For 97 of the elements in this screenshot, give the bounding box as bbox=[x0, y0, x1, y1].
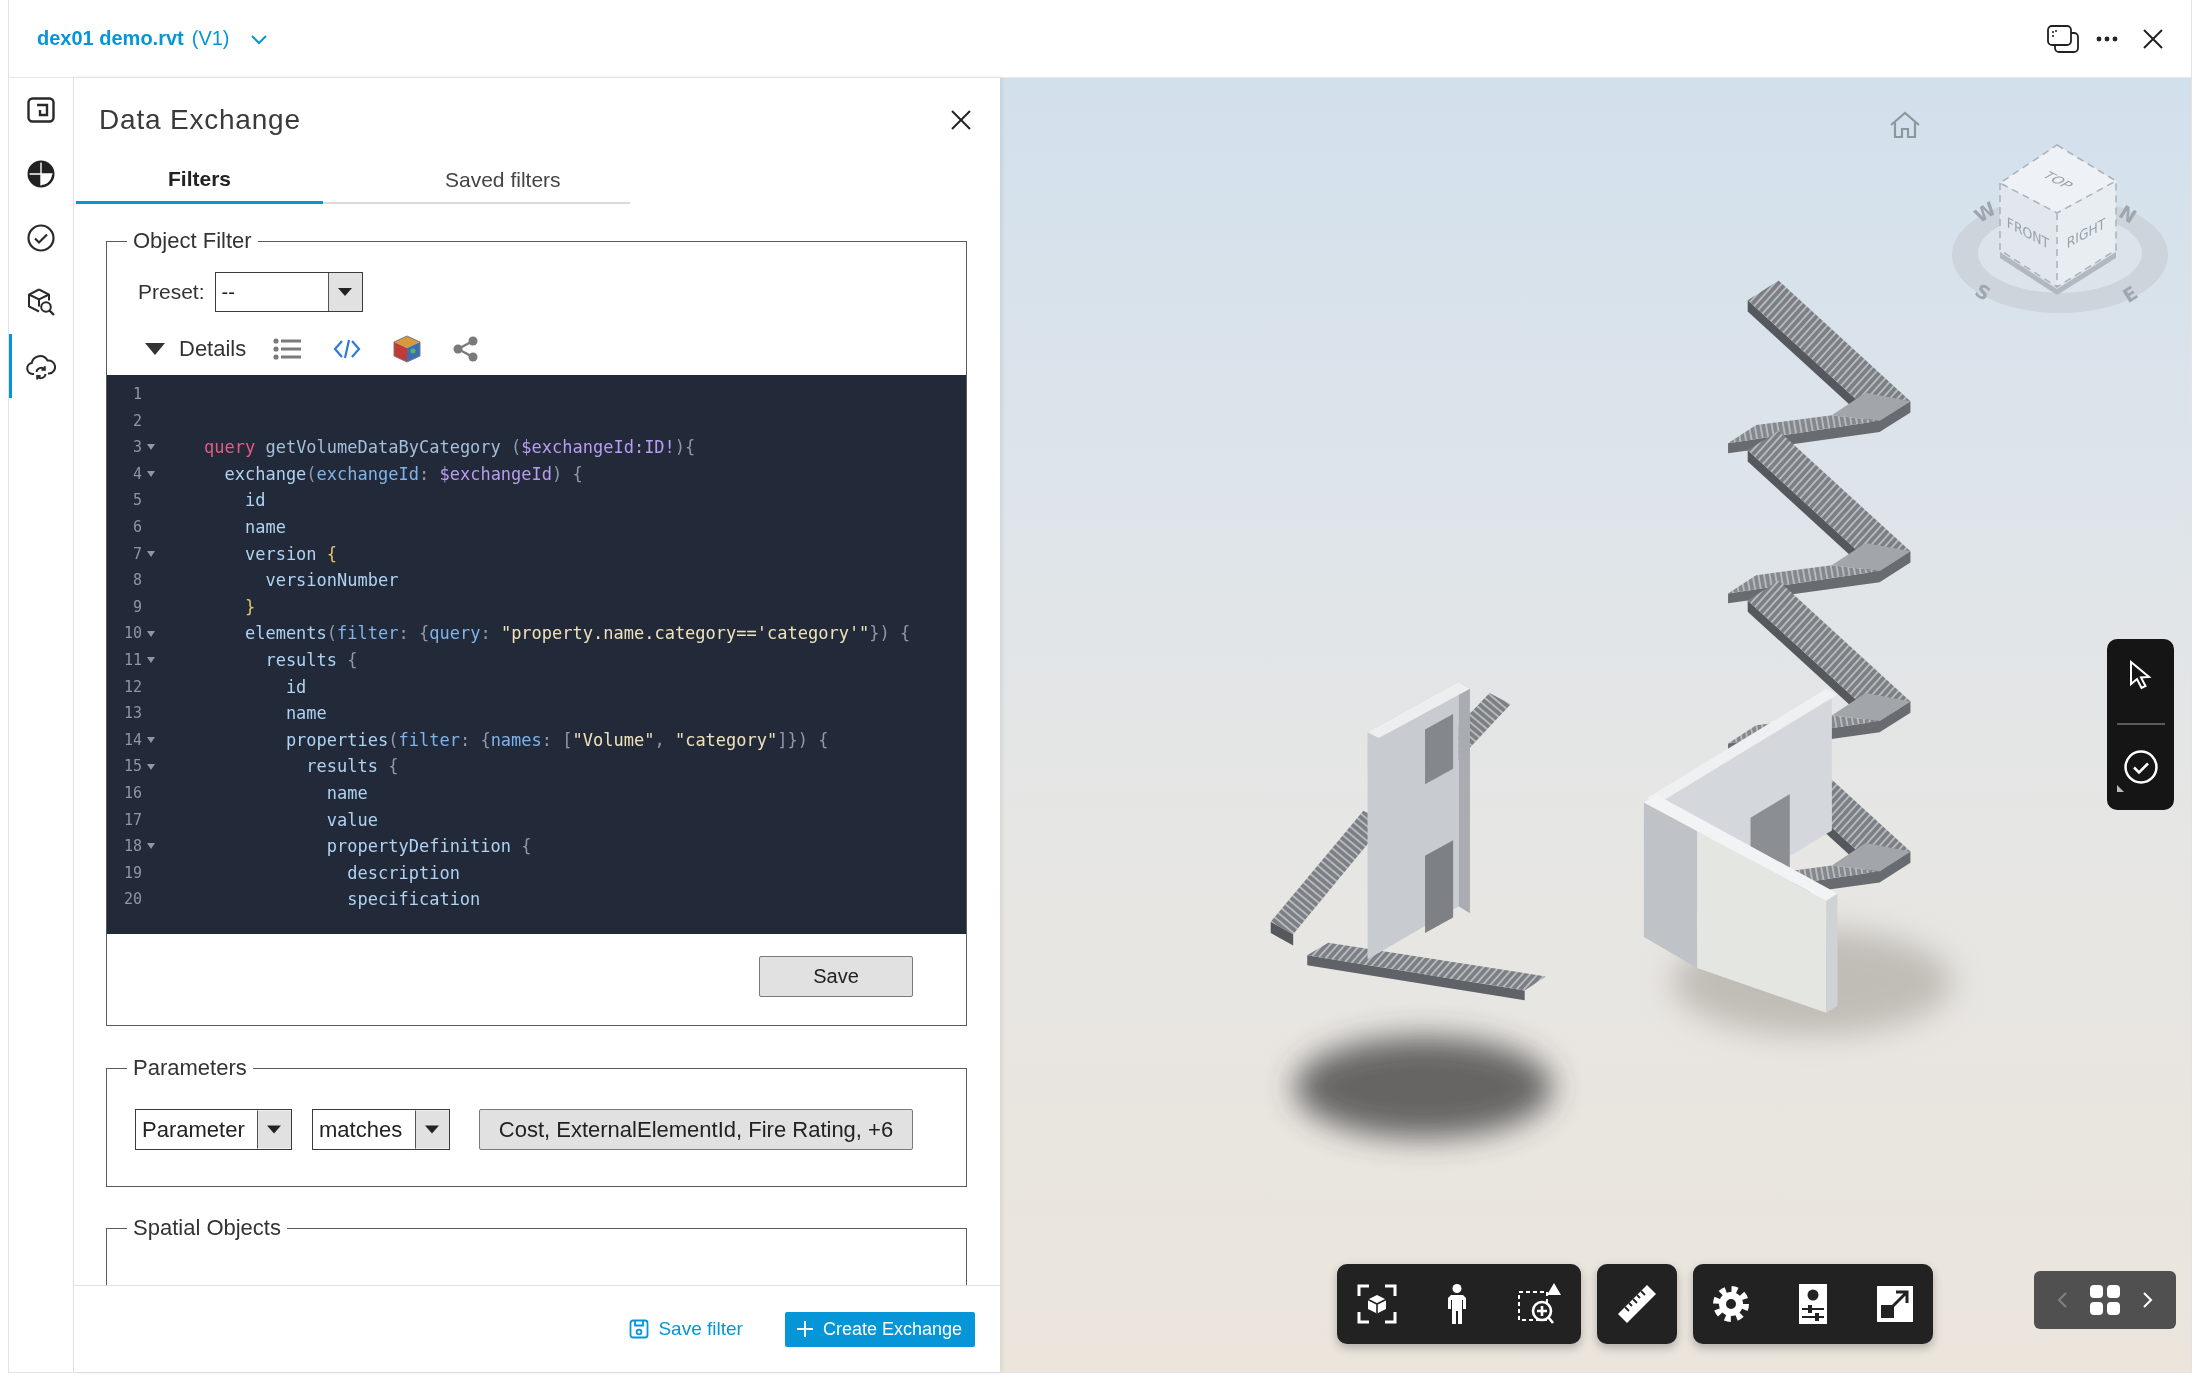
fold-arrow-icon[interactable] bbox=[147, 657, 155, 664]
fold-arrow-icon[interactable] bbox=[147, 444, 155, 451]
check-circle-icon bbox=[26, 224, 55, 252]
settings-icon[interactable] bbox=[1713, 1286, 1749, 1322]
expand-triangle-icon[interactable] bbox=[145, 343, 165, 355]
close-icon[interactable] bbox=[2143, 28, 2163, 49]
code-line: results { bbox=[264, 648, 358, 672]
code-line: version { bbox=[243, 542, 338, 566]
code-line: results { bbox=[305, 755, 399, 779]
details-label: Details bbox=[179, 336, 247, 362]
tab[interactable]: Filters bbox=[76, 138, 323, 204]
cube-search-icon bbox=[26, 288, 55, 316]
version-label: (V1) bbox=[191, 27, 230, 50]
caret-icon[interactable] bbox=[257, 1110, 291, 1149]
code-line: versionNumber bbox=[264, 569, 399, 593]
line-number: 2 bbox=[131, 410, 142, 432]
grid-icon[interactable] bbox=[2090, 1285, 2120, 1315]
share-icon[interactable] bbox=[453, 336, 480, 362]
code-line: exchange(exchangeId: $exchangeId) { bbox=[223, 462, 583, 486]
cursor-icon[interactable] bbox=[2128, 660, 2153, 690]
save-filter-button[interactable]: Save filter bbox=[629, 1318, 743, 1340]
code-line: propertyDefinition { bbox=[325, 835, 532, 859]
line-number: 10 bbox=[122, 623, 142, 645]
line-number: 18 bbox=[122, 836, 142, 858]
line-number: 13 bbox=[122, 703, 142, 725]
line-number: 8 bbox=[131, 570, 142, 592]
code-line: name bbox=[284, 702, 327, 726]
code-line: } bbox=[243, 595, 256, 619]
line-number: 20 bbox=[122, 889, 142, 911]
plus-icon bbox=[796, 1321, 813, 1337]
fold-arrow-icon[interactable] bbox=[147, 630, 155, 637]
caret-icon[interactable] bbox=[415, 1110, 449, 1149]
create-exchange-button[interactable]: Create Exchange bbox=[784, 1311, 975, 1347]
line-number: 17 bbox=[122, 809, 142, 831]
line-number: 15 bbox=[122, 756, 142, 778]
preset-dropdown[interactable]: -- bbox=[214, 272, 363, 312]
cube-face-label[interactable]: TOP bbox=[2038, 169, 2078, 191]
framed-cube-icon[interactable] bbox=[1357, 1284, 1397, 1324]
line-number: 9 bbox=[131, 596, 142, 618]
ruler-icon[interactable] bbox=[1617, 1284, 1657, 1324]
sheet-icon bbox=[26, 97, 55, 123]
group-legend: Spatial Objects bbox=[127, 1215, 287, 1241]
group-legend: Parameters bbox=[127, 1055, 253, 1081]
code-line: specification bbox=[346, 888, 481, 912]
code-line: name bbox=[243, 515, 286, 539]
fold-arrow-icon[interactable] bbox=[147, 550, 155, 557]
compass-letter[interactable]: W bbox=[1970, 197, 2000, 227]
code-line: properties(filter: {names: ["Volume", "category"]}) { bbox=[284, 728, 829, 752]
line-number: 12 bbox=[122, 676, 142, 698]
panel-title: Data Exchange bbox=[99, 103, 301, 137]
group-legend: Object Filter bbox=[127, 228, 258, 254]
line-number: 3 bbox=[131, 437, 142, 459]
code-line: query getVolumeDataByCategory ($exchangeId:ID!){ bbox=[204, 436, 696, 460]
fold-arrow-icon[interactable] bbox=[147, 843, 155, 850]
line-number: 11 bbox=[122, 649, 142, 671]
line-number: 14 bbox=[122, 729, 142, 751]
line-number: 19 bbox=[122, 862, 142, 884]
preset-label: Preset: bbox=[138, 280, 205, 304]
file-name[interactable]: dex01 demo.rvt bbox=[37, 27, 184, 50]
code-icon[interactable] bbox=[333, 339, 362, 359]
operator-dropdown[interactable]: matches bbox=[312, 1109, 450, 1150]
cloud-sync-icon bbox=[25, 352, 56, 380]
parameter-values-button[interactable]: Cost, ExternalElementId, Fire Rating, +6 bbox=[479, 1109, 913, 1150]
code-line: value bbox=[325, 808, 378, 832]
cube-icon[interactable] bbox=[393, 335, 422, 363]
line-number: 1 bbox=[131, 384, 142, 405]
save-icon bbox=[629, 1319, 650, 1339]
list-icon[interactable] bbox=[273, 338, 302, 360]
line-number: 16 bbox=[122, 782, 142, 804]
more-icon[interactable] bbox=[2096, 35, 2118, 42]
windows-icon[interactable] bbox=[2047, 24, 2079, 53]
person-icon[interactable] bbox=[1447, 1284, 1467, 1324]
line-number: 7 bbox=[131, 543, 142, 565]
close-icon[interactable] bbox=[951, 110, 971, 130]
parameter-dropdown[interactable]: Parameter bbox=[135, 1109, 292, 1150]
pie-chart-icon bbox=[26, 160, 55, 188]
code-line: id bbox=[243, 489, 266, 513]
fold-arrow-icon[interactable] bbox=[147, 737, 155, 743]
line-number: 5 bbox=[131, 490, 142, 512]
check-circle-icon[interactable] bbox=[2114, 749, 2159, 793]
line-number: 4 bbox=[131, 463, 142, 485]
fold-arrow-icon[interactable] bbox=[147, 471, 155, 478]
fullscreen-icon[interactable] bbox=[1877, 1286, 1913, 1322]
properties-icon[interactable] bbox=[1799, 1284, 1827, 1324]
chevron-right-icon[interactable] bbox=[2143, 1292, 2153, 1308]
fold-arrow-icon[interactable] bbox=[147, 763, 155, 770]
line-number: 6 bbox=[131, 516, 142, 538]
caret-icon[interactable] bbox=[327, 273, 362, 311]
code-editor[interactable] bbox=[107, 375, 966, 934]
code-line: id bbox=[284, 675, 307, 699]
tab[interactable]: Saved filters bbox=[323, 139, 630, 204]
code-line: elements(filter: {query: "property.name.category=='category'"}) { bbox=[243, 622, 911, 646]
zoom-in-icon[interactable] bbox=[1517, 1283, 1561, 1325]
code-line: name bbox=[325, 781, 368, 805]
save-button[interactable]: Save bbox=[759, 956, 913, 997]
chevron-down-icon[interactable] bbox=[250, 34, 267, 45]
code-line: description bbox=[346, 861, 460, 885]
